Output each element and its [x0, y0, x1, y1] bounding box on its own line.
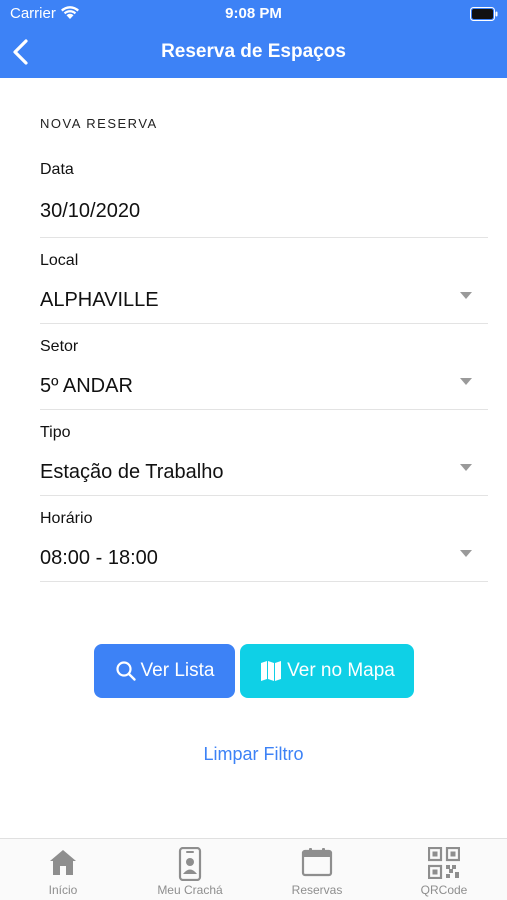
status-bar: Carrier 9:08 PM	[0, 0, 507, 28]
view-map-button[interactable]: Ver no Mapa	[240, 644, 414, 698]
setor-label: Setor	[40, 338, 79, 355]
tab-qrcode[interactable]: QRCode	[381, 839, 507, 900]
local-select[interactable]: Local ALPHAVILLE	[40, 248, 488, 324]
battery-icon	[470, 7, 498, 21]
map-icon	[261, 661, 282, 681]
tipo-value: Estação de Trabalho	[40, 461, 224, 483]
tab-bar: Início Meu Crachá Reservas QRCode	[0, 838, 507, 900]
calendar-icon	[301, 848, 333, 877]
tipo-select[interactable]: Tipo Estação de Trabalho	[40, 420, 488, 496]
tab-meu-cracha[interactable]: Meu Crachá	[127, 839, 253, 900]
badge-icon	[178, 847, 202, 881]
caret-down-icon	[460, 464, 472, 471]
setor-value: 5º ANDAR	[40, 375, 133, 397]
status-time: 9:08 PM	[225, 5, 282, 22]
caret-down-icon	[460, 292, 472, 299]
date-value: 30/10/2020	[40, 200, 141, 222]
local-value: ALPHAVILLE	[40, 289, 159, 311]
tipo-label: Tipo	[40, 424, 71, 441]
caret-down-icon	[460, 550, 472, 557]
tab-label: Início	[48, 883, 78, 897]
section-title: NOVA RESERVA	[40, 116, 158, 131]
date-field[interactable]: Data 30/10/2020	[40, 158, 488, 238]
page-title: Reserva de Espaços	[161, 41, 346, 62]
date-label: Data	[40, 161, 74, 178]
tab-reservas[interactable]: Reservas	[254, 839, 380, 900]
qrcode-icon	[428, 847, 460, 879]
tab-inicio[interactable]: Início	[0, 839, 126, 900]
horario-value: 08:00 - 18:00	[40, 547, 158, 569]
tab-label: Reservas	[291, 883, 343, 897]
local-label: Local	[40, 252, 79, 269]
app-header: Carrier 9:08 PM Reserva de Espaços	[0, 0, 507, 78]
tab-label: Meu Crachá	[157, 883, 223, 897]
view-map-label: Ver no Mapa	[287, 660, 395, 681]
setor-select[interactable]: Setor 5º ANDAR	[40, 334, 488, 410]
horario-select[interactable]: Horário 08:00 - 18:00	[40, 506, 488, 582]
tab-label: QRCode	[420, 883, 468, 897]
view-list-button[interactable]: Ver Lista	[94, 644, 235, 698]
view-list-label: Ver Lista	[140, 660, 215, 681]
home-icon	[50, 850, 76, 875]
clear-filter-link[interactable]: Limpar Filtro	[0, 744, 507, 765]
horario-label: Horário	[40, 510, 93, 527]
caret-down-icon	[460, 378, 472, 385]
search-icon	[115, 661, 136, 681]
